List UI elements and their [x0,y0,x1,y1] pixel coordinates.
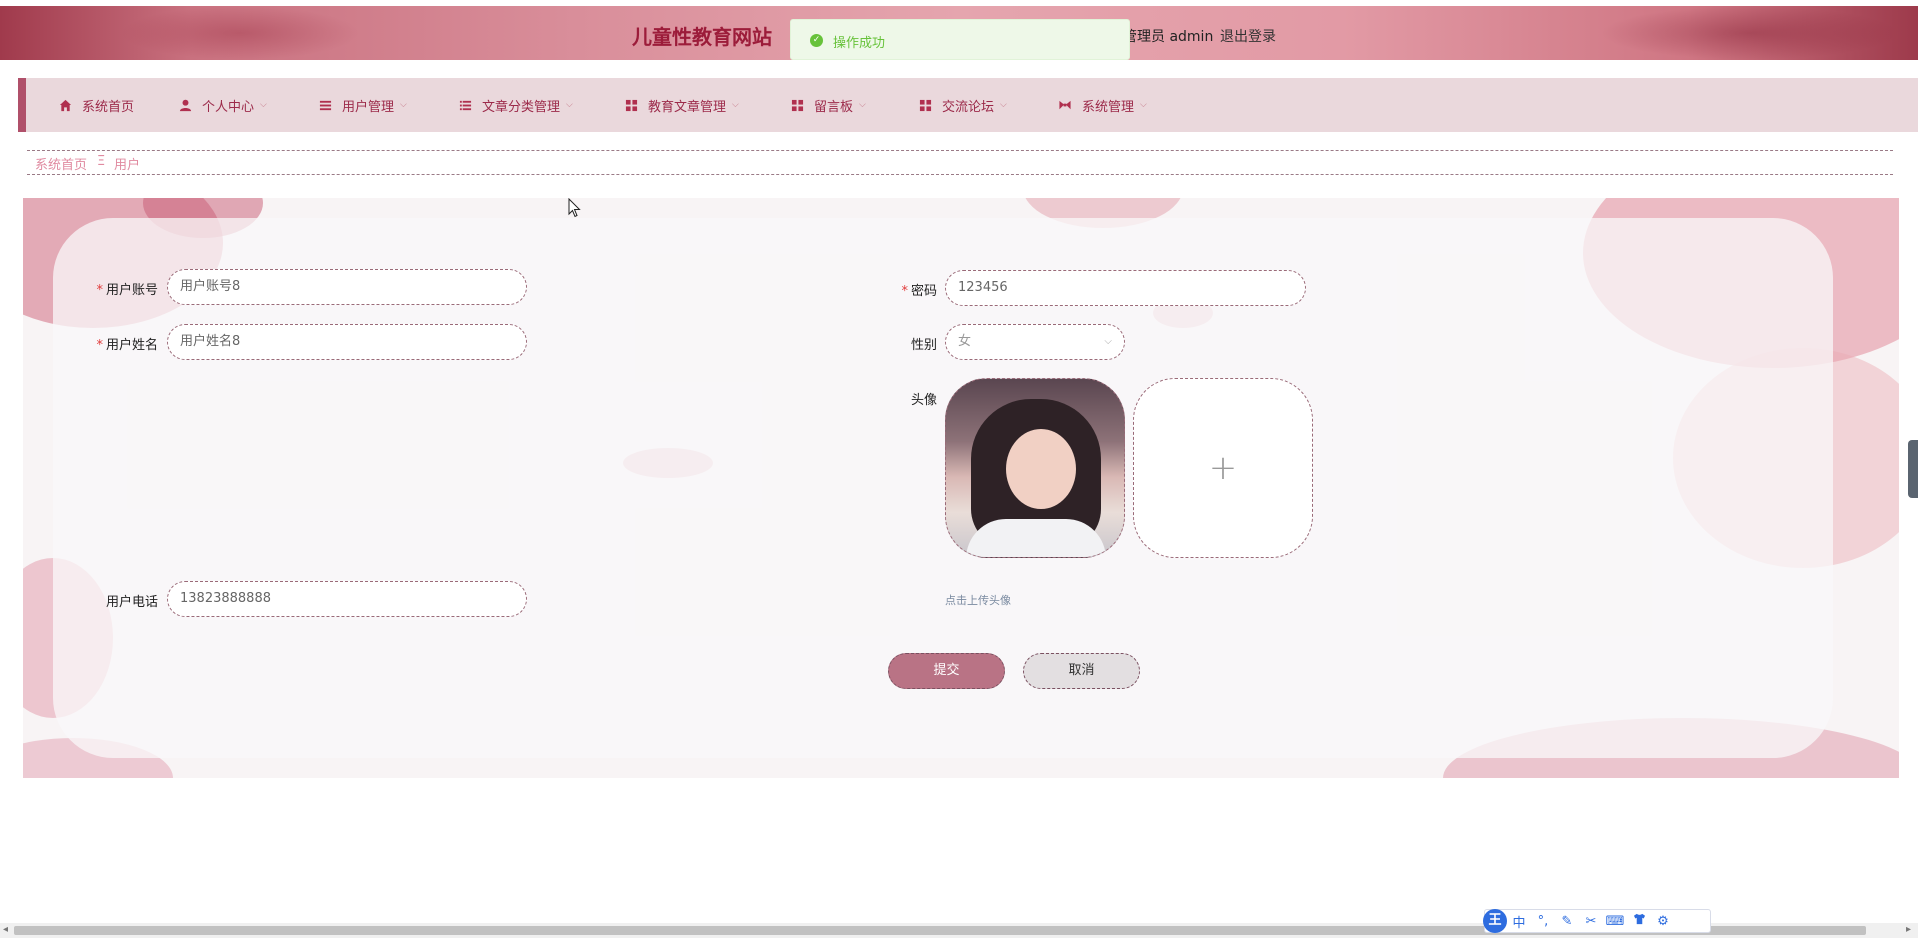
home-icon [58,98,72,112]
name-input[interactable]: 用户姓名8 [167,324,527,360]
bow-icon [1058,98,1072,112]
cancel-button[interactable]: 取消 [1023,653,1140,689]
logout-link[interactable]: 退出登录 [1220,26,1276,46]
toast-message: 操作成功 [833,36,886,51]
gender-label: 性别 [910,338,937,353]
scroll-left-arrow-icon[interactable]: ◂ [3,924,8,935]
password-input[interactable]: 123456 [945,270,1306,306]
grid-icon [790,98,804,112]
account-input[interactable]: 用户账号8 [167,269,527,305]
nav-item-forum[interactable]: 交流论坛 ⌵ [918,78,1007,132]
user-info: 管理员 admin [1123,29,1214,45]
site-title: 儿童性教育网站 [632,25,772,49]
nav-item-label: 系统管理 [1082,99,1135,115]
nav-item-label: 教育文章管理 [648,99,727,115]
plus-icon: + [1208,448,1238,488]
success-check-icon: ✓ [810,34,823,47]
breadcrumb-current: 用户 [114,158,141,173]
breadcrumb-separator: Ξ [97,154,106,169]
keyboard-icon[interactable]: ⌨ [1603,914,1627,929]
ime-punctuation-toggle[interactable]: °, [1531,914,1555,929]
nav-item-home[interactable]: 系统首页 [58,78,134,132]
chevron-down-icon: ⌵ [1000,100,1007,110]
avatar-upload-button[interactable]: + [1133,378,1313,558]
list-icon [318,98,332,112]
avatar-preview-image[interactable] [945,378,1125,558]
person-icon [178,98,192,112]
nav-item-label: 交流论坛 [942,99,995,115]
chevron-down-icon: ⌵ [1104,336,1112,347]
gender-select[interactable]: 女 ⌵ [945,324,1125,360]
ime-mode-toggle[interactable]: 中 [1507,912,1531,931]
phone-input[interactable]: 13823888888 [167,581,527,617]
page: 儿童性教育网站 管理员 admin 退出登录 ✓ 操作成功 系统首页 个人中心 … [0,0,1918,938]
upload-hint: 点击上传头像 [945,594,1011,607]
ime-toolbar: 王 中 °, ✎ ✂ ⌨ ⚙ [1483,909,1711,933]
nav-item-label: 个人中心 [202,99,255,115]
nav-item-message-board[interactable]: 留言板 ⌵ [790,78,866,132]
name-label: * 用户姓名 [96,338,158,353]
nav-item-label: 文章分类管理 [482,99,561,115]
chevron-down-icon: ⌵ [400,100,407,110]
nav-item-label: 留言板 [814,99,854,115]
pen-icon[interactable]: ✎ [1555,914,1579,929]
breadcrumb-home[interactable]: 系统首页 [35,154,87,173]
scissors-icon[interactable]: ✂ [1579,914,1603,929]
gender-value: 女 [958,334,972,349]
grid-icon [918,98,932,112]
avatar-label: 头像 [910,393,937,408]
nav-item-label: 用户管理 [342,99,395,115]
submit-button[interactable]: 提交 [888,653,1005,689]
nav-item-user-management[interactable]: 用户管理 ⌵ [318,78,407,132]
ime-logo-icon[interactable]: 王 [1483,909,1507,933]
scroll-right-arrow-icon[interactable]: ▸ [1906,924,1911,935]
chevron-down-icon: ⌵ [566,100,573,110]
nav-item-article-category[interactable]: 文章分类管理 ⌵ [458,78,573,132]
account-label: * 用户账号 [96,283,158,298]
chevron-down-icon: ⌵ [732,100,739,110]
nav-item-system-management[interactable]: 系统管理 ⌵ [1058,78,1147,132]
chevron-down-icon: ⌵ [859,100,866,110]
shirt-icon[interactable] [1627,913,1651,929]
breadcrumb: 系统首页 Ξ 用户 [27,150,1893,175]
nav-item-education-article[interactable]: 教育文章管理 ⌵ [624,78,739,132]
nav-item-personal-center[interactable]: 个人中心 ⌵ [178,78,267,132]
password-label: * 密码 [901,284,937,299]
side-widget-tab[interactable] [1908,440,1918,498]
grid-icon [624,98,638,112]
chevron-down-icon: ⌵ [260,100,267,110]
success-toast: ✓ 操作成功 [790,19,1130,60]
top-nav: 系统首页 个人中心 ⌵ 用户管理 ⌵ 文章分类管理 ⌵ 教育文章管理 ⌵ 留言板… [18,78,1918,132]
list-icon [458,98,472,112]
chevron-down-icon: ⌵ [1140,100,1147,110]
gear-icon[interactable]: ⚙ [1651,914,1675,929]
nav-item-label: 系统首页 [82,99,135,115]
phone-label: 用户电话 [105,595,158,610]
